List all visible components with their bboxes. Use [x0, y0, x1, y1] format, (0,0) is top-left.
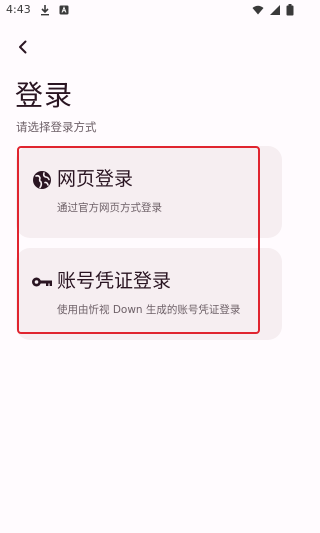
web-login-title: 网页登录 — [57, 168, 134, 190]
back-arrow-icon — [19, 40, 27, 54]
token-login-option[interactable]: 账号凭证登录 使用由忻视 Down 生成的账号凭证登录 — [16, 248, 282, 340]
web-login-description: 通过官方网页方式登录 — [57, 202, 162, 214]
wifi-icon — [252, 5, 264, 15]
status-time: 4:43 — [6, 3, 31, 16]
signal-icon — [270, 5, 280, 15]
token-login-description: 使用由忻视 Down 生成的账号凭证登录 — [57, 304, 241, 316]
web-login-option[interactable]: 网页登录 通过官方网页方式登录 — [16, 146, 282, 238]
status-system-icons — [252, 4, 294, 16]
globe-icon — [31, 169, 53, 191]
battery-icon — [286, 4, 294, 16]
token-login-title: 账号凭证登录 — [57, 270, 172, 292]
download-icon — [41, 5, 49, 16]
status-bar: 4:43 — [0, 0, 300, 22]
page-subtitle: 请选择登录方式 — [16, 120, 97, 134]
key-icon — [31, 271, 53, 293]
back-button[interactable] — [12, 36, 34, 58]
status-notification-icons — [39, 4, 70, 16]
page-title: 登录 — [15, 79, 74, 112]
app-notification-icon — [59, 5, 69, 15]
